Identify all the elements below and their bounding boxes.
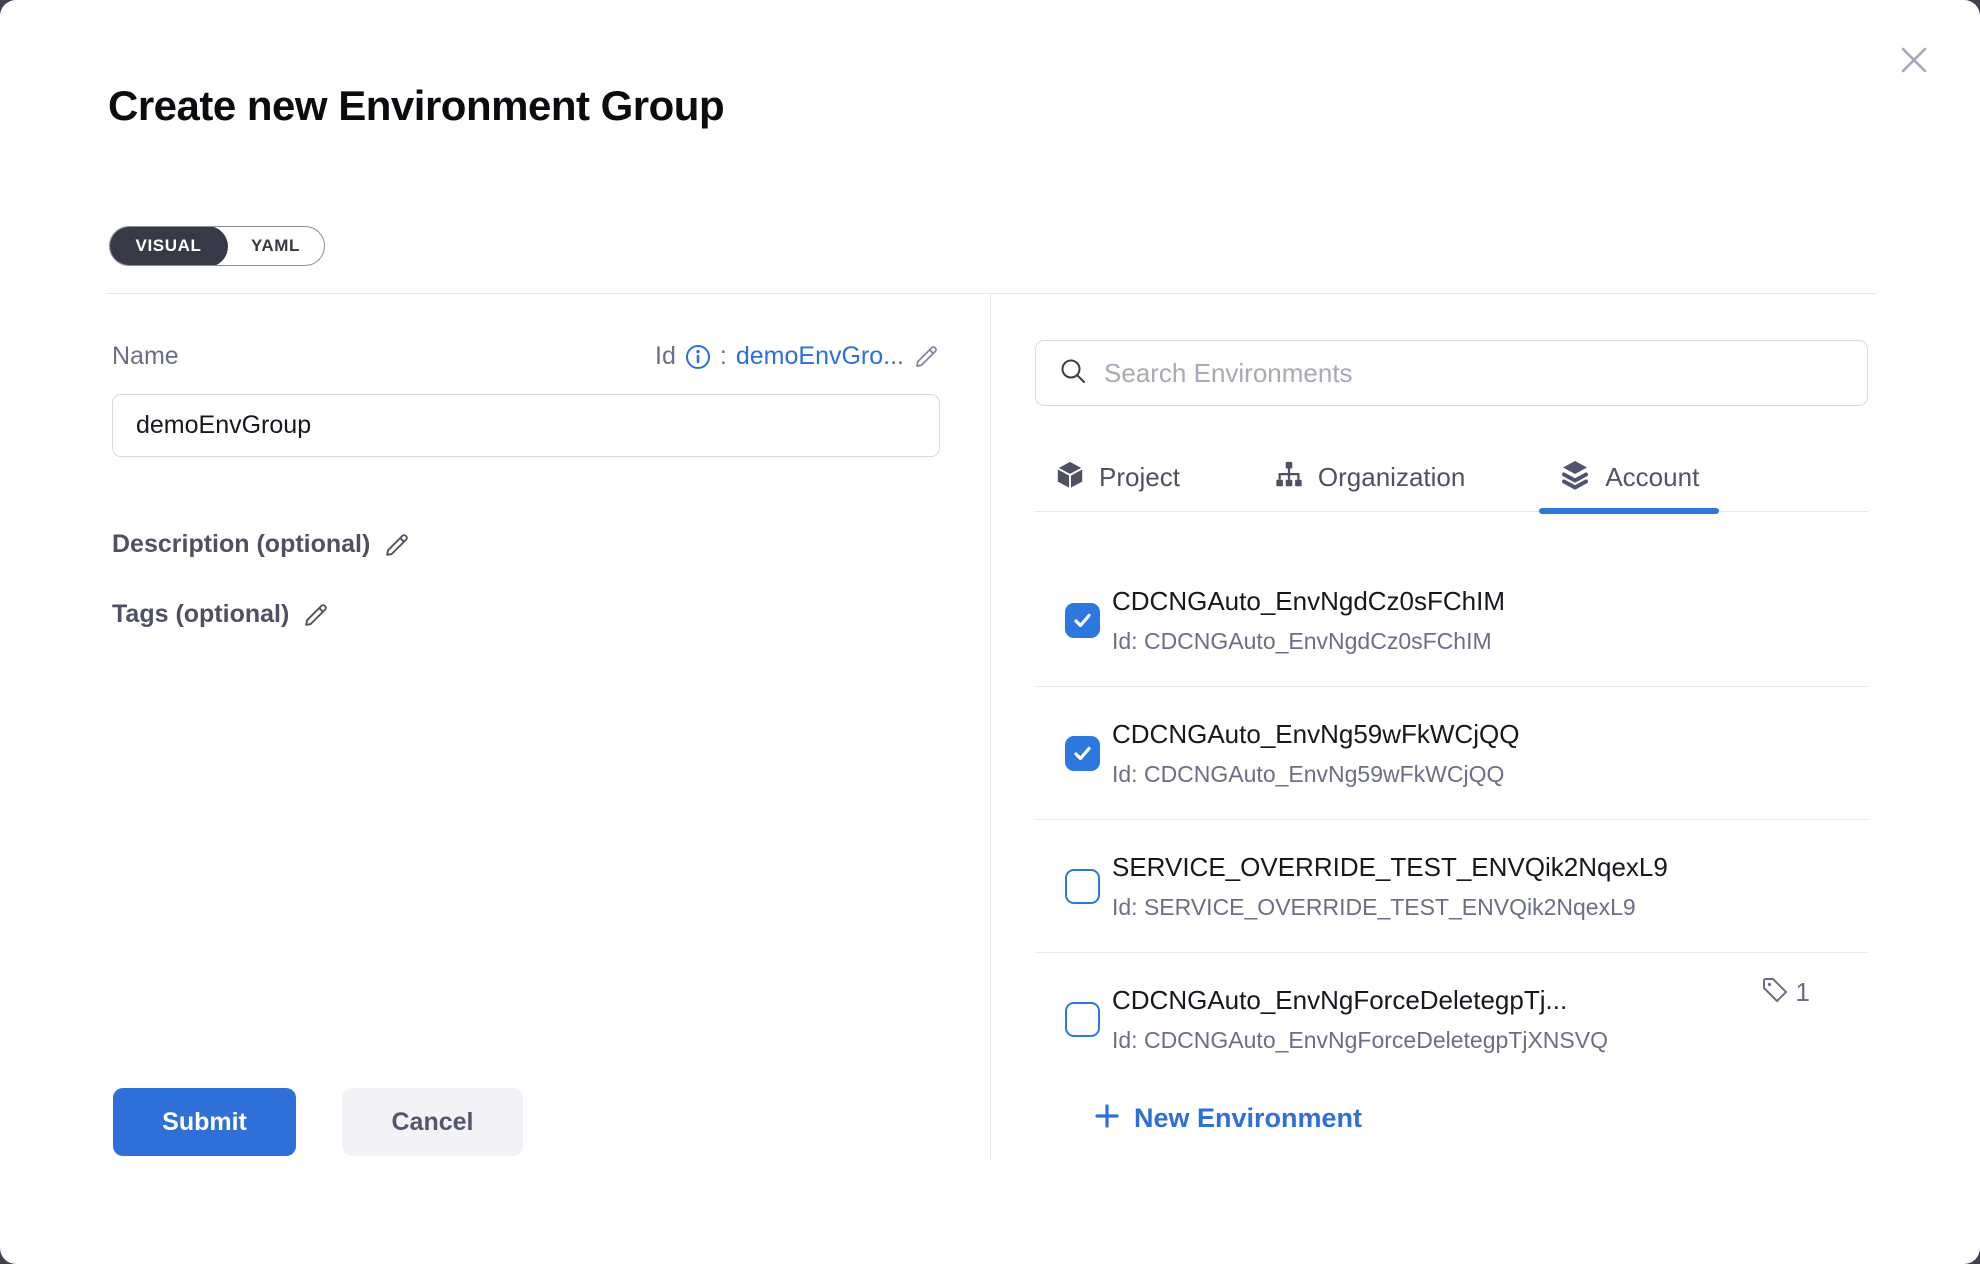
environment-id: Id: CDCNGAuto_EnvNgForceDeletegpTjXNSVQ (1112, 1027, 1608, 1054)
environment-row[interactable]: CDCNGAuto_EnvNgForceDeletegpTj... Id: CD… (1035, 953, 1868, 1058)
tag-count: 1 (1796, 977, 1810, 1008)
environment-id: Id: SERVICE_OVERRIDE_TEST_ENVQik2NqexL9 (1112, 894, 1668, 921)
visual-yaml-toggle: VISUAL YAML (109, 226, 325, 266)
environment-checkbox[interactable] (1065, 736, 1100, 771)
check-icon (1072, 610, 1093, 631)
environment-text: SERVICE_OVERRIDE_TEST_ENVQik2NqexL9 Id: … (1112, 852, 1668, 921)
id-label: Id (655, 342, 676, 371)
horizontal-divider (106, 293, 1876, 294)
environment-checkbox[interactable] (1065, 603, 1100, 638)
tab-account-label: Account (1605, 462, 1699, 493)
new-environment-label: New Environment (1134, 1103, 1362, 1134)
environment-list: CDCNGAuto_EnvNgdCz0sFChIM Id: CDCNGAuto_… (1035, 512, 1868, 1058)
environment-id: Id: CDCNGAuto_EnvNgdCz0sFChIM (1112, 628, 1505, 655)
environment-checkbox[interactable] (1065, 869, 1100, 904)
search-environments-input[interactable] (1104, 358, 1845, 389)
tab-account[interactable]: Account (1539, 444, 1719, 511)
environment-row[interactable]: CDCNGAuto_EnvNg59wFkWCjQQ Id: CDCNGAuto_… (1035, 687, 1868, 820)
search-icon (1058, 356, 1088, 391)
id-colon: : (720, 342, 727, 371)
id-line: Id : demoEnvGro... (655, 342, 940, 371)
page-title: Create new Environment Group (108, 82, 724, 130)
info-icon[interactable] (685, 344, 711, 370)
plus-icon (1093, 1102, 1121, 1135)
cancel-button[interactable]: Cancel (342, 1088, 523, 1156)
name-input[interactable] (112, 394, 940, 457)
edit-id-pencil-icon[interactable] (913, 343, 940, 370)
tags-row: Tags (optional) (112, 600, 330, 629)
new-environment-button[interactable]: New Environment (1093, 1102, 1362, 1135)
environment-row[interactable]: CDCNGAuto_EnvNgdCz0sFChIM Id: CDCNGAuto_… (1035, 554, 1868, 687)
tags-label: Tags (optional) (112, 600, 289, 629)
toggle-visual[interactable]: VISUAL (109, 226, 228, 266)
close-button[interactable] (1893, 41, 1935, 83)
tab-organization-label: Organization (1318, 462, 1465, 493)
toggle-yaml[interactable]: YAML (227, 227, 324, 265)
tag-icon (1760, 975, 1790, 1010)
environment-text: CDCNGAuto_EnvNgForceDeletegpTj... Id: CD… (1112, 985, 1608, 1054)
vertical-divider (990, 293, 991, 1159)
create-environment-group-modal: Create new Environment Group VISUAL YAML… (0, 0, 1980, 1264)
close-icon (1896, 42, 1932, 83)
name-label: Name (112, 342, 179, 371)
layers-icon (1559, 459, 1591, 496)
environment-name: SERVICE_OVERRIDE_TEST_ENVQik2NqexL9 (1112, 852, 1668, 883)
environment-name: CDCNGAuto_EnvNgdCz0sFChIM (1112, 586, 1505, 617)
description-label: Description (optional) (112, 530, 370, 559)
environment-row[interactable]: SERVICE_OVERRIDE_TEST_ENVQik2NqexL9 Id: … (1035, 820, 1868, 953)
tag-badge: 1 (1760, 975, 1810, 1010)
id-value-link[interactable]: demoEnvGro... (736, 342, 904, 371)
cube-icon (1055, 460, 1085, 495)
environment-checkbox[interactable] (1065, 1002, 1100, 1037)
environment-text: CDCNGAuto_EnvNg59wFkWCjQQ Id: CDCNGAuto_… (1112, 719, 1519, 788)
environment-text: CDCNGAuto_EnvNgdCz0sFChIM Id: CDCNGAuto_… (1112, 586, 1505, 655)
tab-organization[interactable]: Organization (1254, 444, 1485, 511)
tab-project[interactable]: Project (1035, 444, 1200, 511)
scope-tabs: Project Organization (1035, 444, 1868, 512)
edit-description-pencil-icon[interactable] (383, 531, 411, 559)
environment-id: Id: CDCNGAuto_EnvNg59wFkWCjQQ (1112, 761, 1519, 788)
submit-button[interactable]: Submit (113, 1088, 296, 1156)
environment-name: CDCNGAuto_EnvNgForceDeletegpTj... (1112, 985, 1608, 1016)
check-icon (1072, 743, 1093, 764)
org-chart-icon (1274, 460, 1304, 495)
edit-tags-pencil-icon[interactable] (302, 601, 330, 629)
name-row: Name Id : demoEnvGro... (112, 342, 940, 371)
search-environments-box (1035, 340, 1868, 406)
description-row: Description (optional) (112, 530, 411, 559)
environment-name: CDCNGAuto_EnvNg59wFkWCjQQ (1112, 719, 1519, 750)
tab-project-label: Project (1099, 462, 1180, 493)
